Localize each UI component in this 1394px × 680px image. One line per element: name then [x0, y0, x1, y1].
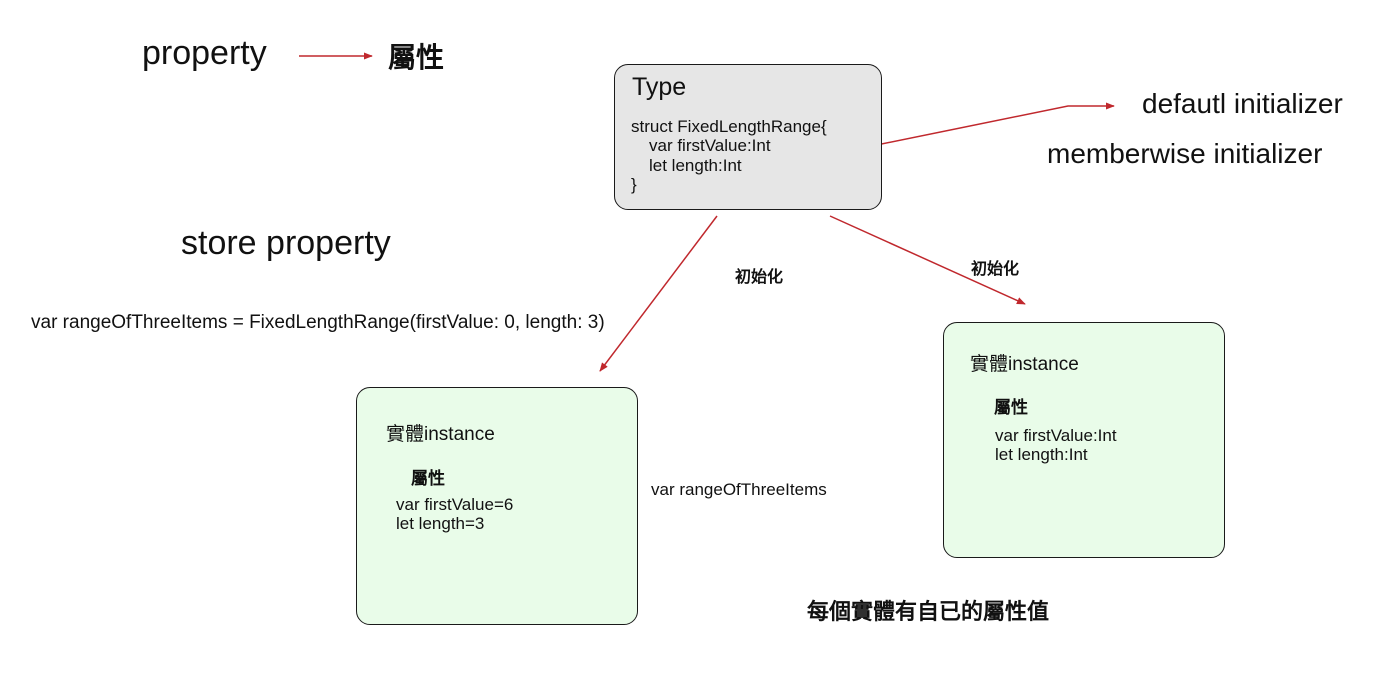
- instance-right-title: 實體instance: [970, 354, 1079, 375]
- init-label-right: 初始化: [971, 261, 1020, 278]
- instance-box-right: 實體instance 屬性 var firstValue:Int let len…: [943, 322, 1225, 558]
- legend-property-cn: 屬性: [388, 42, 445, 73]
- type-code-line-2: var firstValue:Int: [649, 136, 771, 155]
- instance-right-subtitle: 屬性: [994, 398, 1028, 417]
- instance-left-title: 實體instance: [386, 424, 495, 445]
- type-code-line-1: struct FixedLengthRange{: [631, 117, 827, 136]
- type-code-line-4: }: [631, 175, 637, 194]
- declaration-statement: var rangeOfThreeItems = FixedLengthRange…: [31, 312, 605, 333]
- instance-right-line-2: let length:Int: [995, 445, 1088, 464]
- instance-left-line-2: let length=3: [396, 514, 485, 533]
- variable-label: var rangeOfThreeItems: [651, 480, 827, 499]
- store-property-heading: store property: [181, 224, 391, 262]
- type-box: Type struct FixedLengthRange{ var firstV…: [614, 64, 882, 210]
- instance-box-left: 實體instance 屬性 var firstValue=6 let lengt…: [356, 387, 638, 625]
- type-code-line-3: let length:Int: [649, 156, 742, 175]
- init-label-left: 初始化: [735, 269, 784, 286]
- default-initializer-label: defautl initializer: [1142, 88, 1343, 119]
- instance-left-line-1: var firstValue=6: [396, 495, 514, 514]
- memberwise-initializer-label: memberwise initializer: [1047, 138, 1323, 169]
- instance-right-line-1: var firstValue:Int: [995, 426, 1117, 445]
- type-title: Type: [632, 73, 687, 101]
- instance-left-subtitle: 屬性: [411, 469, 445, 488]
- legend-property: property: [142, 34, 267, 72]
- init-arrow-left: [599, 215, 718, 372]
- instance-note: 每個實體有自已的屬性值: [807, 599, 1050, 624]
